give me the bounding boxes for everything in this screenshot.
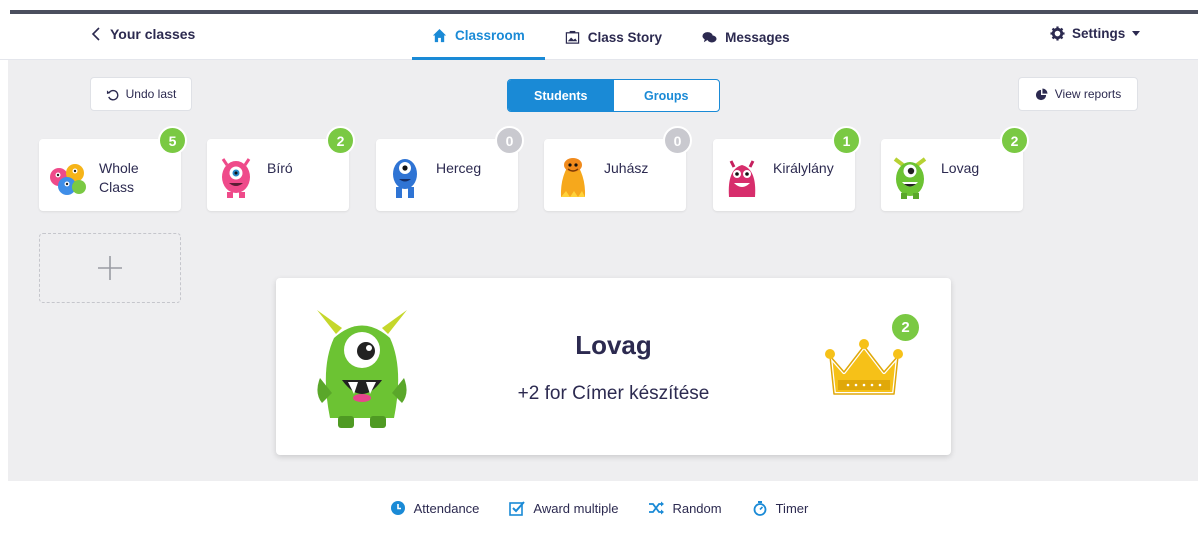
view-reports-button[interactable]: View reports — [1018, 77, 1138, 111]
points-badge: 2 — [326, 126, 355, 155]
undo-icon — [106, 89, 119, 101]
points-badge: 1 — [832, 126, 861, 155]
student-card-herceg[interactable]: Herceg 0 — [376, 126, 524, 211]
caret-down-icon — [1132, 31, 1141, 36]
green-monster-avatar — [893, 157, 927, 199]
student-name: Bíró — [267, 160, 293, 176]
student-name: Whole Class — [99, 160, 139, 195]
green-monster-illustration — [317, 310, 407, 428]
student-name: Juhász — [604, 160, 649, 176]
award-points-badge: 2 — [890, 312, 921, 343]
magenta-monster-avatar — [728, 160, 756, 197]
tool-label: Attendance — [413, 500, 480, 516]
view-reports-label: View reports — [1054, 87, 1122, 101]
students-groups-toggle: Students Groups — [507, 79, 720, 112]
points-badge: 2 — [1000, 126, 1029, 155]
back-to-classes-link[interactable]: Your classes — [90, 26, 195, 42]
nav-tabs: Classroom Class Story Messages — [412, 14, 810, 60]
student-name: Királylány — [773, 160, 834, 176]
gear-icon — [1050, 26, 1065, 41]
back-label: Your classes — [110, 26, 196, 42]
clock-icon — [390, 501, 405, 515]
image-icon — [565, 30, 579, 44]
shuffle-icon — [649, 501, 665, 515]
tab-label: Messages — [725, 29, 790, 45]
student-name: Lovag — [941, 160, 980, 176]
home-icon — [432, 28, 447, 43]
undo-label: Undo last — [125, 87, 177, 101]
undo-last-button[interactable]: Undo last — [90, 77, 192, 111]
attendance-button[interactable]: Attendance — [390, 500, 480, 516]
student-card-kiralylany[interactable]: Királylány 1 — [713, 126, 861, 211]
plus-icon — [98, 256, 122, 280]
tab-classroom[interactable]: Classroom — [412, 14, 545, 60]
award-multiple-button[interactable]: Award multiple — [509, 500, 618, 516]
tab-label: Class Story — [587, 29, 663, 45]
tool-label: Timer — [775, 500, 809, 516]
award-popup: Lovag +2 for Címer készítése 2 — [276, 278, 951, 455]
timer-button[interactable]: Timer — [752, 500, 809, 516]
chevron-left-icon — [91, 27, 100, 41]
settings-label: Settings — [1072, 26, 1126, 41]
stopwatch-icon — [753, 501, 766, 516]
random-button[interactable]: Random — [648, 500, 722, 516]
chat-icon — [702, 31, 717, 42]
top-navbar: Your classes Classroom Class Story Messa… — [0, 14, 1198, 60]
pie-chart-icon — [1035, 87, 1048, 100]
points-badge: 0 — [495, 126, 524, 155]
class-monsters-avatar — [50, 164, 86, 195]
tool-label: Award multiple — [533, 500, 619, 516]
students-segment[interactable]: Students — [508, 80, 614, 111]
blue-monster-avatar — [393, 159, 417, 198]
points-badge: 0 — [663, 126, 692, 155]
student-card-biro[interactable]: Bíró 2 — [207, 126, 355, 211]
student-card-lovag[interactable]: Lovag 2 — [881, 126, 1029, 211]
crown-icon — [825, 339, 903, 396]
tool-label: Random — [672, 500, 722, 516]
student-card-juhasz[interactable]: Juhász 0 — [544, 126, 692, 211]
student-name: Herceg — [436, 160, 482, 176]
checkbox-icon — [509, 501, 526, 516]
tab-messages[interactable]: Messages — [682, 14, 810, 60]
points-badge: 5 — [158, 126, 187, 155]
bottom-toolbar: Attendance Award multiple Random Timer — [0, 500, 1198, 516]
yellow-monster-avatar — [560, 158, 586, 197]
tab-class-story[interactable]: Class Story — [545, 14, 682, 60]
tab-label: Classroom — [455, 28, 525, 43]
pink-monster-avatar — [221, 158, 251, 198]
student-card-whole-class[interactable]: Whole Class 5 — [39, 126, 187, 211]
add-student-button[interactable] — [39, 233, 181, 303]
settings-menu[interactable]: Settings — [1050, 26, 1141, 41]
groups-segment[interactable]: Groups — [614, 80, 720, 111]
